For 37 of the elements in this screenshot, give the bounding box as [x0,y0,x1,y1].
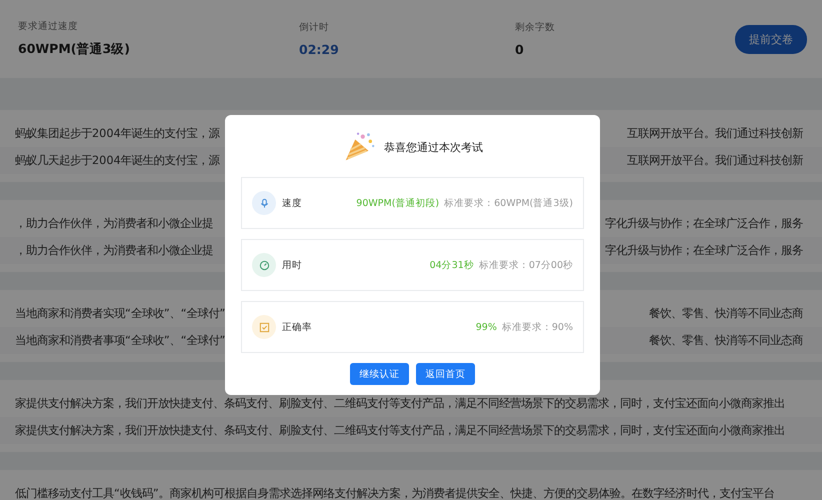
text-line: 互联网开放平台。我们通过科技创新 [627,126,803,141]
text-line: 餐饮、零售、快消等不同业态商 [649,306,803,321]
dialog-button[interactable]: 返回首页 [416,363,475,385]
text-line: ，助力合作伙伴，为消费者和小微企业提 [15,216,213,231]
text-line: ，助力合作伙伴，为消费者和小微企业提 [15,243,213,258]
result-label: 用时 [282,258,303,272]
checkbox-icon [252,315,276,339]
text-line: 蚂蚁几天起步于2004年诞生的支付宝，源 [15,153,220,168]
countdown-value: 02:29 [299,42,340,57]
text-line: 当地商家和消费者事项“全球收”、“全球付” [15,333,226,348]
text-line: 当地商家和消费者实现“全球收”、“全球付” [15,306,226,321]
submit-button[interactable]: 提前交卷 [735,24,807,54]
dialog-button[interactable]: 继续认证 [350,363,409,385]
result-value: 90WPM(普通初段) [356,196,440,210]
text-line: 字化升级与协作；在全球广泛合作，服务 [605,243,803,258]
text-line: 字化升级与协作；在全球广泛合作，服务 [605,216,803,231]
field-label: 要求通过速度 [18,20,79,33]
text-line: 家提供支付解决方案，我们开放快捷支付、条码支付、刷脸支付、二维码支付等支付产品，满足不同经营场景下的交易需求，同时，支付宝还面向小微商家推出 [15,396,785,411]
requirement-text: 标准要求：60WPM(普通3级) [444,196,573,210]
field-label: 剩余字数 [515,21,556,34]
gauge-icon [252,253,276,277]
text-line: 家提供支付解决方案，我们开放快捷支付、条码支付、刷脸支付、二维码支付等支付产品，满足不同经营场景下的交易需求，同时，支付宝还面向小微商家推出 [15,423,785,438]
text-line: 互联网开放平台。我们通过科技创新 [627,153,803,168]
requirement-text: 标准要求：07分00秒 [478,258,573,272]
requirement-text: 标准要求：90% [502,320,573,334]
result-value: 99% [476,322,497,332]
field-value: 0 [515,42,525,57]
result-label: 正确率 [282,320,313,334]
text-line: 蚂蚁集团起步于2004年诞生的支付宝，源 [15,126,220,141]
field-label: 倒计时 [299,21,330,34]
microphone-icon [252,191,276,215]
result-label: 速度 [282,196,303,210]
text-line: 低门槛移动支付工具“收钱码”。商家机构可根据自身需求选择网络支付解决方案，为消费者提供安全、快捷、方便的交易体验。在数字经济时代，支付宝平台 [15,486,775,500]
dialog-title: 恭喜您通过本次考试 [384,140,483,154]
text-line: 餐饮、零售、快消等不同业态商 [649,333,803,348]
result-value: 04分31秒 [430,258,474,272]
field-value: 60WPM(普通3级) [18,41,131,58]
